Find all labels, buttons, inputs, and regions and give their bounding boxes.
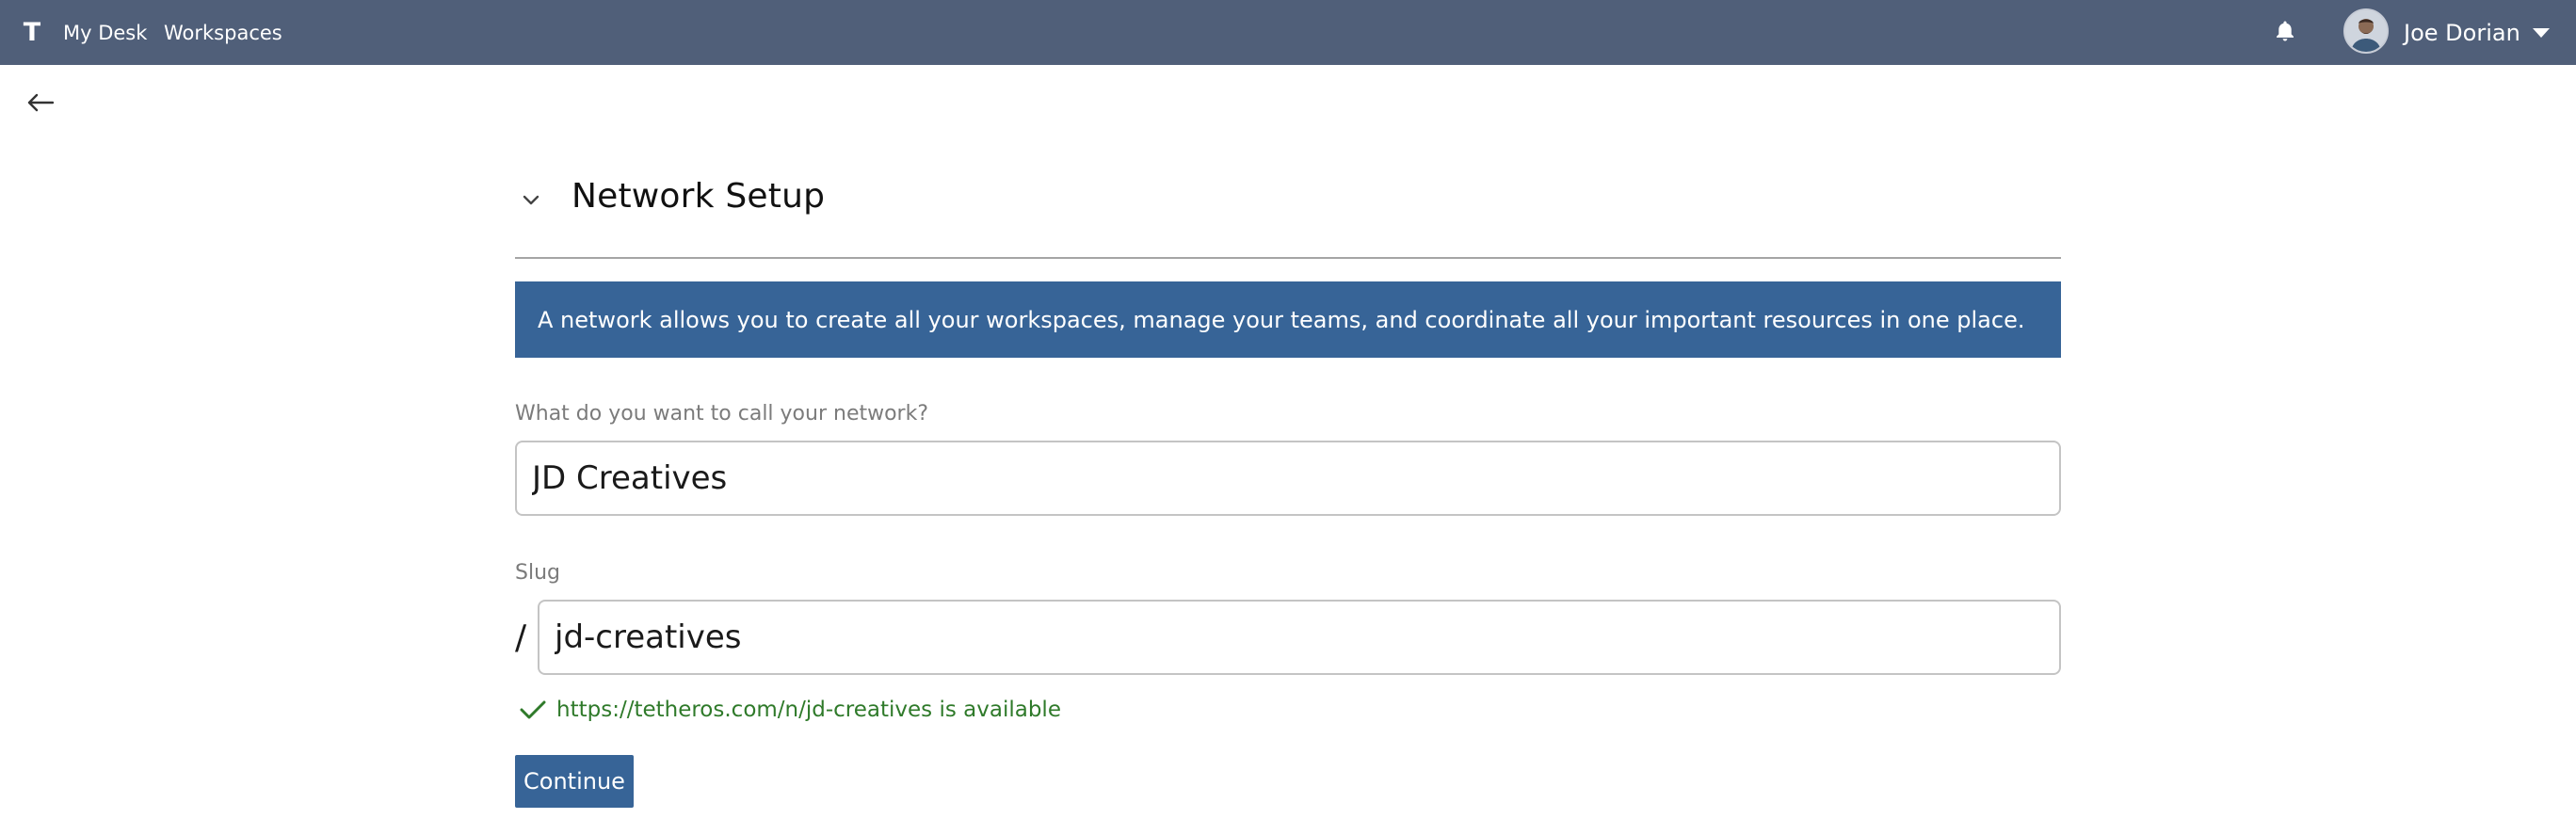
nav-link-my-desk[interactable]: My Desk — [63, 0, 147, 65]
arrow-left-icon[interactable] — [24, 87, 56, 119]
check-icon — [519, 696, 547, 724]
chevron-down-icon[interactable] — [517, 186, 545, 215]
info-banner-text: A network allows you to create all your … — [538, 306, 2025, 333]
network-name-label: What do you want to call your network? — [515, 402, 929, 426]
top-nav-bar: T My Desk Workspaces Joe Dorian — [0, 0, 2576, 65]
slug-prefix: / — [515, 618, 527, 657]
slug-label: Slug — [515, 561, 560, 585]
bell-icon[interactable] — [2270, 16, 2300, 46]
caret-down-icon[interactable] — [2529, 21, 2553, 45]
slug-availability-message: https://tetheros.com/n/jd-creatives is a… — [519, 691, 1061, 729]
nav-link-workspaces[interactable]: Workspaces — [164, 0, 282, 65]
section-header: Network Setup — [515, 169, 2061, 259]
slug-input[interactable] — [538, 600, 2061, 675]
network-name-input[interactable] — [515, 441, 2061, 516]
availability-text: https://tetheros.com/n/jd-creatives is a… — [556, 698, 1061, 722]
user-avatar[interactable] — [2343, 8, 2389, 54]
page-title: Network Setup — [572, 177, 826, 216]
user-name[interactable]: Joe Dorian — [2404, 0, 2520, 65]
continue-button[interactable]: Continue — [515, 755, 634, 808]
info-banner: A network allows you to create all your … — [515, 281, 2061, 358]
brand-logo-icon[interactable]: T — [21, 13, 43, 51]
